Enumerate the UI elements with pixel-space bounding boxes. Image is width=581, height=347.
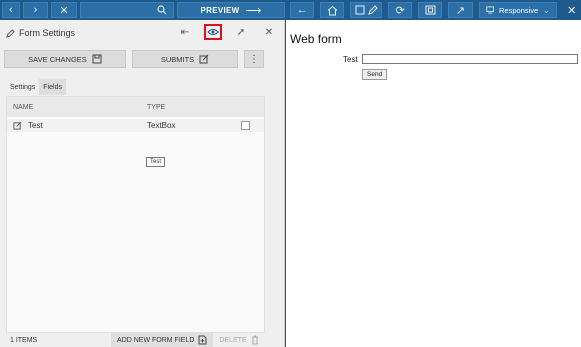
items-count: 1 ITEMS	[10, 336, 38, 344]
arrow-left-icon: ←	[296, 4, 308, 16]
close-button[interactable]: ✕	[51, 2, 77, 18]
close-icon: ✕	[59, 4, 69, 17]
web-form-preview: Web form Test Send	[286, 20, 581, 347]
preview-toggle-button[interactable]	[204, 24, 222, 40]
row-name: Test	[28, 121, 43, 130]
pencil-icon	[6, 28, 15, 38]
search-box[interactable]	[79, 2, 175, 18]
collapse-left-icon: ⇤	[180, 26, 190, 38]
refresh-icon: ⟳	[395, 4, 405, 17]
add-file-icon	[198, 335, 207, 345]
grid-footer: 1 ITEMS ADD NEW FORM FIELD DELETE	[6, 333, 265, 347]
panel-title: Form Settings	[19, 28, 76, 38]
search-icon	[157, 5, 167, 15]
home-icon	[327, 5, 338, 15]
close-preview-button[interactable]: ✕	[563, 2, 581, 18]
panel-header: Form Settings ⇤ ➚ ✕	[0, 20, 284, 46]
close-panel-button[interactable]: ✕	[260, 24, 278, 40]
preview-label: PREVIEW	[200, 5, 240, 15]
chevron-right-icon: ›	[33, 4, 38, 16]
close-icon: ✕	[264, 26, 274, 38]
submits-label: SUBMITS	[160, 54, 195, 64]
panel-header-icons: ⇤ ➚ ✕	[176, 24, 278, 40]
forward-button[interactable]: ›	[22, 2, 49, 18]
panel-tabs: Settings Fields	[6, 79, 66, 95]
open-external-button[interactable]: ↗	[448, 2, 473, 18]
back-button[interactable]: ‹	[2, 2, 20, 18]
fields-grid: NAME TYPE Test TextBox Test	[6, 96, 265, 333]
trash-icon	[251, 335, 258, 345]
save-label: SAVE CHANGES	[28, 54, 87, 64]
delete-button[interactable]: DELETE	[213, 333, 264, 347]
close-icon: ✕	[567, 4, 577, 17]
send-button[interactable]: Send	[362, 69, 388, 80]
back-arrow-button[interactable]: ←	[290, 2, 315, 18]
responsive-dropdown[interactable]: Responsive ⌄	[478, 2, 557, 18]
row-name-cell: Test	[7, 121, 147, 130]
right-toolbar: ← ⟳ ↗ Responsive ⌄ ✕	[286, 0, 581, 20]
home-button[interactable]	[320, 2, 345, 18]
test-field-label: Test	[343, 55, 358, 64]
save-changes-button[interactable]: SAVE CHANGES	[4, 50, 126, 68]
row-type: TextBox	[147, 121, 176, 130]
left-toolbar: ‹ › ✕ PREVIEW ⟶	[0, 0, 285, 20]
column-header-type[interactable]: TYPE	[147, 104, 237, 111]
form-settings-panel: Form Settings ⇤ ➚ ✕ SAVE CHANGES SUBMITS…	[0, 20, 285, 347]
responsive-label: Responsive	[499, 5, 539, 15]
table-row[interactable]: Test TextBox	[7, 119, 264, 132]
tab-settings[interactable]: Settings	[6, 79, 39, 95]
tab-settings-label: Settings	[10, 83, 36, 91]
pin-button[interactable]: ➚	[232, 24, 250, 40]
edit-icon[interactable]	[13, 121, 22, 130]
add-form-field-button[interactable]: ADD NEW FORM FIELD	[111, 333, 214, 347]
action-row: SAVE CHANGES SUBMITS ⋮	[4, 50, 270, 68]
more-vertical-icon: ⋮	[249, 53, 259, 65]
eye-icon	[207, 29, 219, 35]
more-options-button[interactable]: ⋮	[244, 50, 264, 68]
collapse-button[interactable]: ⇤	[176, 24, 194, 40]
fit-screen-icon	[425, 5, 436, 15]
grid-header: NAME TYPE	[7, 97, 264, 117]
add-label: ADD NEW FORM FIELD	[117, 336, 195, 344]
test-field-input[interactable]	[362, 54, 578, 64]
row-checkbox[interactable]	[241, 121, 250, 130]
edit-toggle-button[interactable]	[350, 2, 382, 18]
save-icon	[92, 54, 102, 64]
pencil-icon	[367, 5, 378, 15]
pin-icon: ➚	[236, 26, 246, 38]
tab-fields-label: Fields	[43, 83, 62, 91]
chevron-down-icon: ⌄	[543, 5, 550, 15]
tooltip: Test	[146, 157, 166, 167]
tab-fields[interactable]: Fields	[39, 79, 66, 95]
submits-button[interactable]: SUBMITS	[132, 50, 238, 68]
preview-button[interactable]: PREVIEW ⟶	[177, 2, 285, 18]
edit-icon	[199, 54, 209, 64]
web-form-title: Web form	[290, 32, 342, 46]
monitor-icon	[485, 6, 494, 14]
chevron-left-icon: ‹	[9, 4, 13, 16]
refresh-button[interactable]: ⟳	[387, 2, 413, 18]
square-icon	[355, 5, 365, 15]
arrow-right-icon: ⟶	[245, 4, 262, 17]
delete-label: DELETE	[219, 336, 247, 344]
column-header-name[interactable]: NAME	[7, 104, 147, 111]
arrow-up-right-icon: ↗	[455, 4, 466, 17]
fit-button[interactable]	[418, 2, 443, 18]
